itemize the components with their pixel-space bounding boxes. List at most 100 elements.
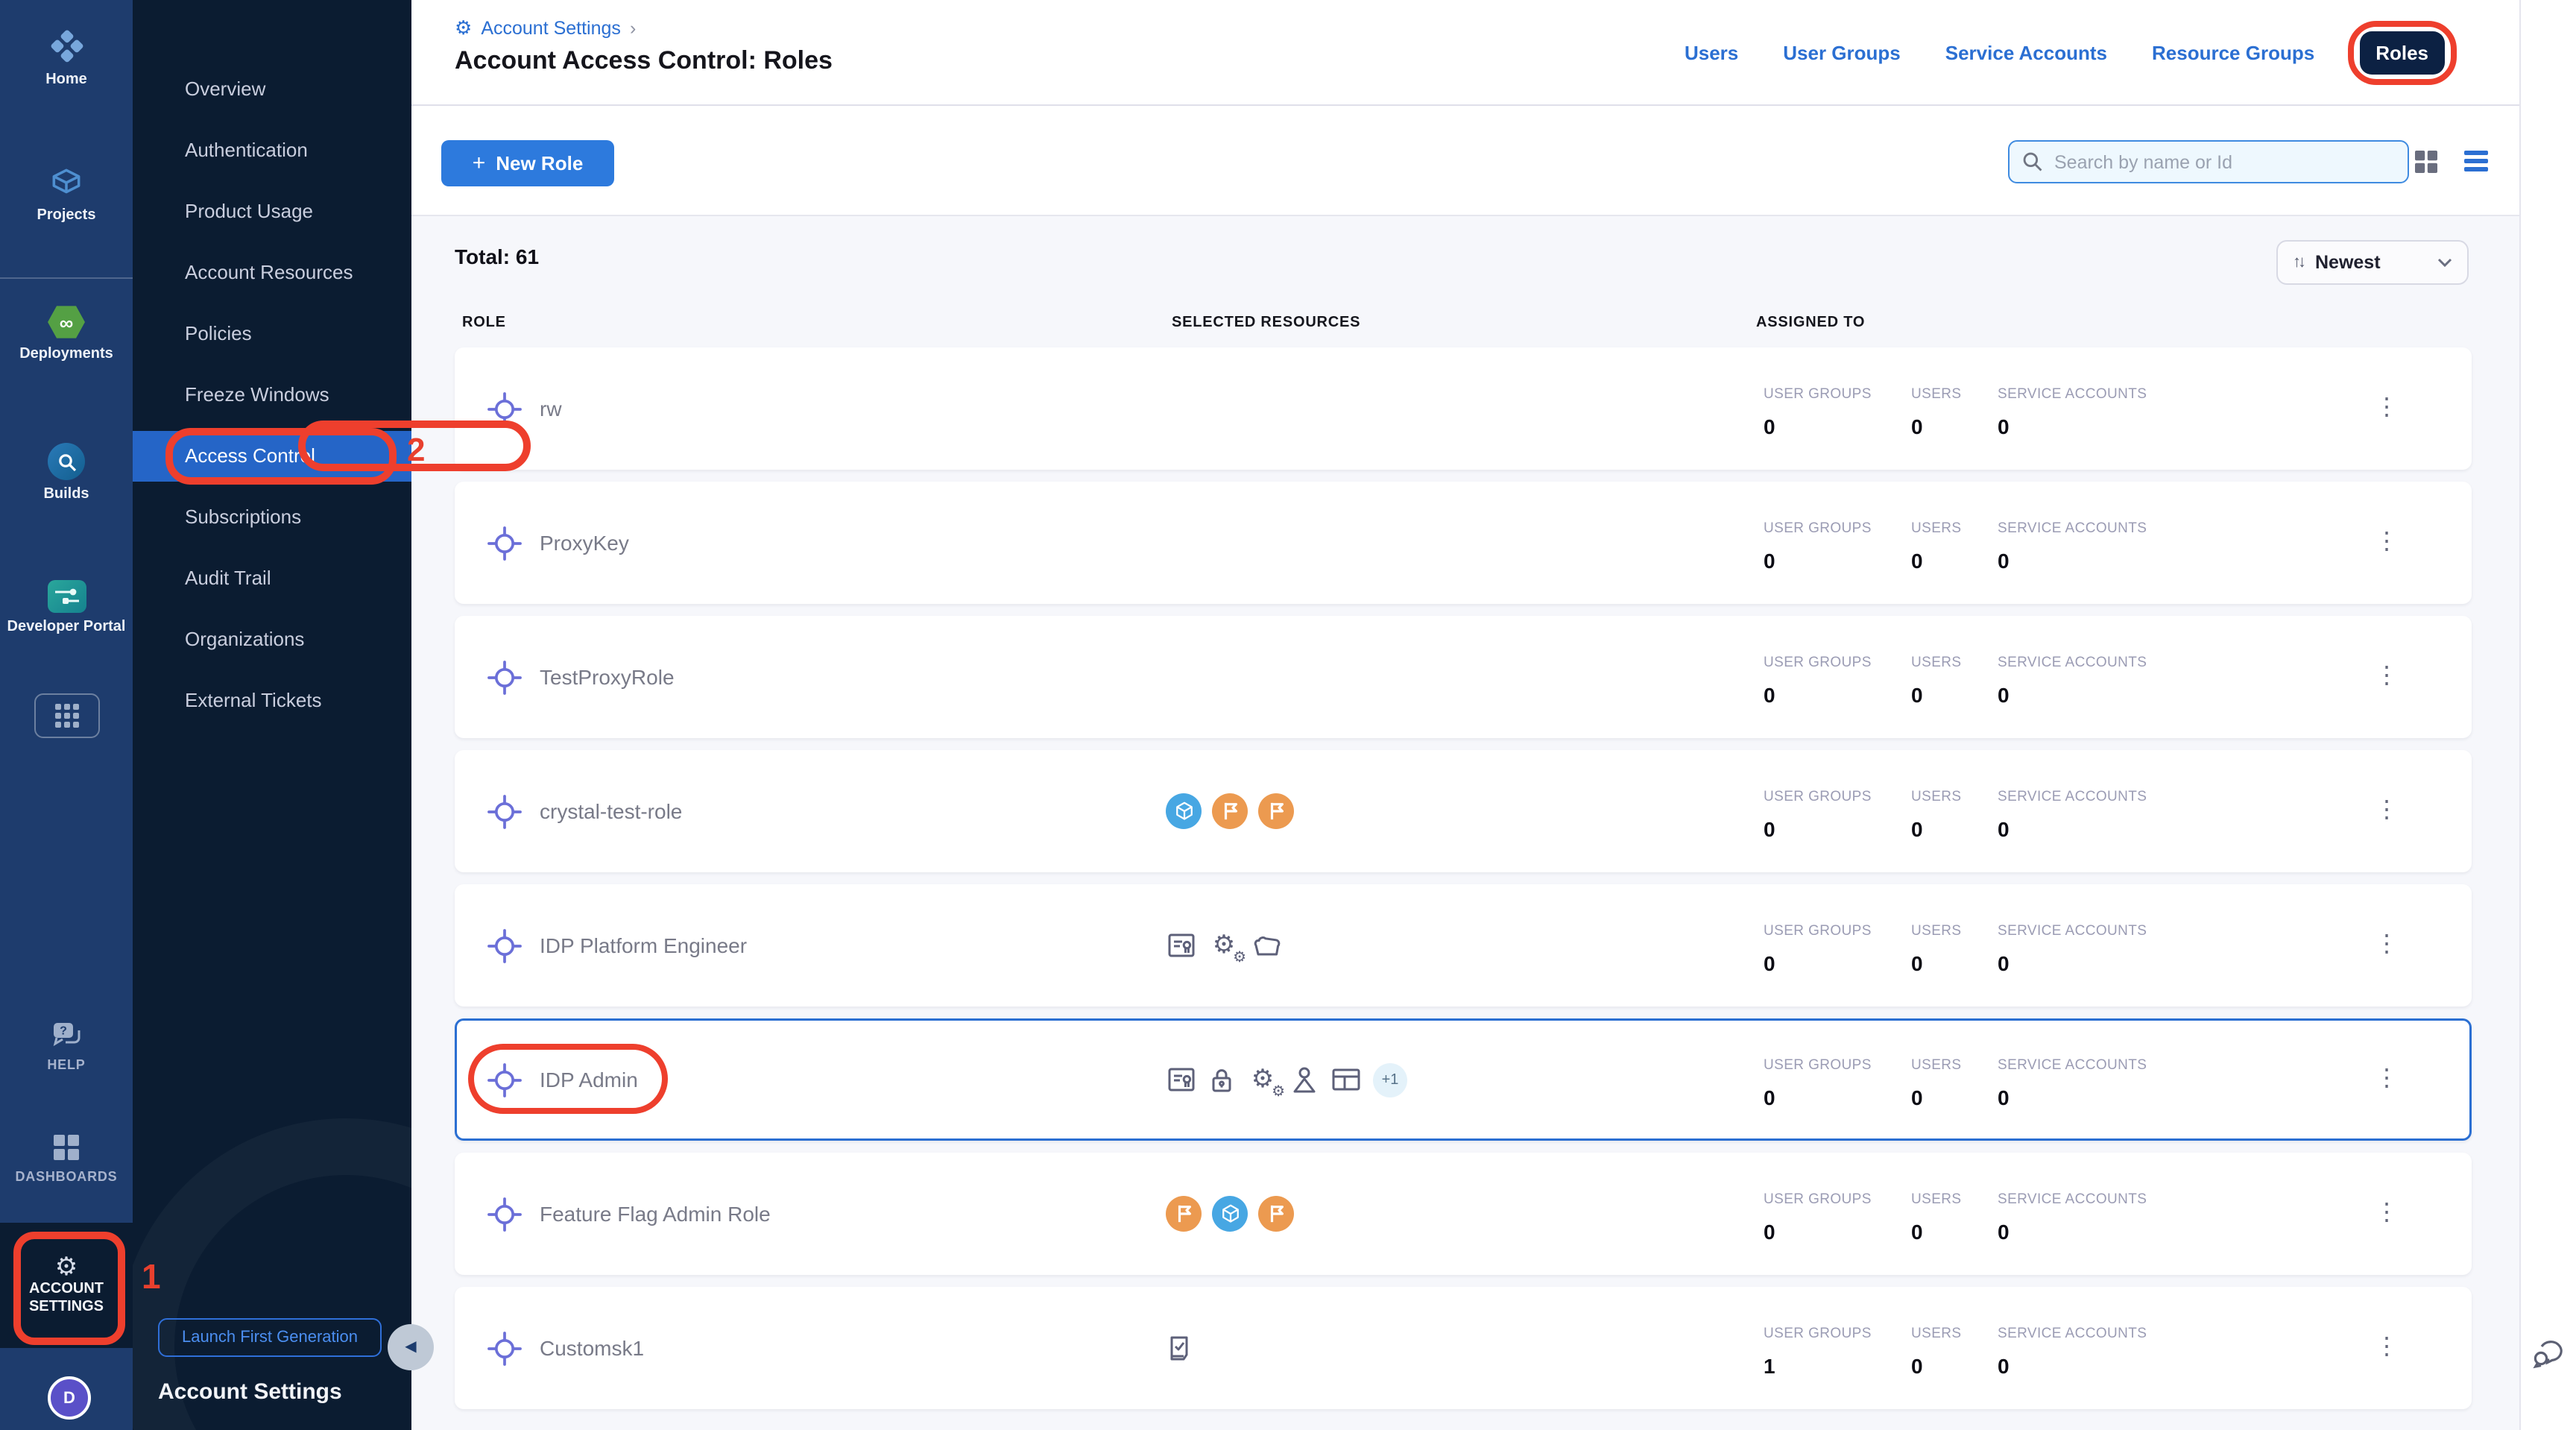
user-avatar[interactable]: D	[48, 1376, 91, 1420]
cd-module-resource-icon	[1212, 1196, 1248, 1232]
assigned-users: USERS0	[1911, 1191, 1961, 1244]
app-window: Home Projects ∞ Deployments Builds	[0, 0, 2576, 1430]
roles-list-panel: Total: 61 ↑↓ Newest ROLE SELECTED RESOUR…	[411, 216, 2519, 1430]
annotation-step-1-number: 1	[142, 1257, 161, 1297]
rail-item-dashboards[interactable]: DASHBOARDS	[0, 1133, 133, 1185]
sidenav-item-account-resources[interactable]: Account Resources	[133, 242, 411, 303]
annotation-roles-tab-oval	[2347, 21, 2457, 85]
rail-label: Projects	[37, 207, 96, 225]
sidenav-collapse-handle[interactable]: ◀	[388, 1324, 434, 1370]
assigned-service-accounts: SERVICE ACCOUNTS0	[1998, 655, 2147, 707]
sidenav-item-authentication[interactable]: Authentication	[133, 119, 411, 180]
rail-item-module-picker[interactable]	[0, 693, 133, 738]
service-accounts-count: 0	[1998, 817, 2147, 841]
role-name: TestProxyRole	[540, 665, 675, 689]
sidenav-item-label: Overview	[185, 78, 265, 100]
home-icon	[47, 27, 86, 66]
sidenav-item-subscriptions[interactable]: Subscriptions	[133, 486, 411, 547]
role-row-rw[interactable]: rwUSER GROUPS0USERS0SERVICE ACCOUNTS0⋮	[455, 347, 2472, 470]
users-label: USERS	[1911, 655, 1961, 671]
account-settings-gear-icon: ⚙	[55, 1253, 78, 1280]
user-resource-icon	[1289, 1064, 1319, 1095]
role-menu-button[interactable]: ⋮	[2366, 1068, 2408, 1092]
access-control-tabs: Users User Groups Service Accounts Resource…	[1685, 0, 2445, 106]
sidenav-item-organizations[interactable]: Organizations	[133, 608, 411, 670]
role-menu-button[interactable]: ⋮	[2366, 397, 2408, 421]
list-view-toggle[interactable]	[2464, 151, 2488, 171]
tab-service-accounts[interactable]: Service Accounts	[1945, 42, 2107, 64]
role-menu-button[interactable]: ⋮	[2366, 531, 2408, 555]
breadcrumb[interactable]: ⚙ Account Settings ›	[455, 16, 636, 40]
role-row-idp-platform-engineer[interactable]: IDP Platform Engineer⚙⚙USER GROUPS0USERS…	[455, 884, 2472, 1007]
service-accounts-label: SERVICE ACCOUNTS	[1998, 923, 2147, 939]
breadcrumb-separator: ›	[630, 18, 636, 39]
users-count: 0	[1911, 549, 1961, 573]
user-groups-label: USER GROUPS	[1764, 789, 1872, 805]
sidenav-item-access-control[interactable]: Access Control	[133, 430, 411, 481]
new-role-button[interactable]: + New Role	[441, 140, 614, 186]
sidenav-item-external-tickets[interactable]: External Tickets	[133, 670, 411, 731]
role-row-customsk1[interactable]: Customsk1USER GROUPS1USERS0SERVICE ACCOU…	[455, 1287, 2472, 1409]
user-groups-count: 0	[1764, 683, 1872, 707]
launch-first-generation-button[interactable]: Launch First Generation	[158, 1318, 382, 1357]
assigned-users: USERS0	[1911, 520, 1961, 573]
developer-portal-icon	[47, 580, 86, 613]
sidenav-item-audit-trail[interactable]: Audit Trail	[133, 547, 411, 608]
role-name: Feature Flag Admin Role	[540, 1202, 771, 1226]
chevron-down-icon	[2437, 258, 2452, 267]
sidenav-item-product-usage[interactable]: Product Usage	[133, 180, 411, 242]
search-box[interactable]	[2008, 140, 2409, 183]
page-header: ⚙ Account Settings › Account Access Cont…	[411, 0, 2519, 106]
tab-user-groups[interactable]: User Groups	[1783, 42, 1901, 64]
grid-view-toggle[interactable]	[2415, 151, 2437, 173]
sidenav-item-policies[interactable]: Policies	[133, 303, 411, 364]
builds-icon	[48, 443, 85, 480]
assigned-user-groups: USER GROUPS0	[1764, 386, 1872, 438]
rail-item-help[interactable]: ? HELP	[0, 1020, 133, 1074]
new-role-label: New Role	[496, 152, 583, 174]
role-menu-button[interactable]: ⋮	[2366, 799, 2408, 823]
sidenav-item-label: Authentication	[185, 139, 308, 161]
governance-resource-icon	[1166, 1332, 1193, 1364]
assigned-service-accounts: SERVICE ACCOUNTS0	[1998, 520, 2147, 573]
rail-divider	[0, 277, 133, 279]
role-selected-resources	[1166, 750, 1294, 872]
tab-roles[interactable]: Roles	[2359, 31, 2445, 75]
chat-support-icon[interactable]	[2530, 1335, 2569, 1370]
rail-item-deployments[interactable]: ∞ Deployments	[0, 304, 133, 364]
sort-arrows-icon: ↑↓	[2293, 253, 2303, 271]
breadcrumb-gear-icon: ⚙	[455, 16, 472, 40]
search-input[interactable]	[2051, 150, 2396, 174]
sort-dropdown[interactable]: ↑↓ Newest	[2276, 240, 2469, 285]
assigned-users: USERS0	[1911, 1057, 1961, 1109]
role-menu-button[interactable]: ⋮	[2366, 1336, 2408, 1360]
rail-item-home[interactable]: Home	[0, 27, 133, 89]
role-menu-button[interactable]: ⋮	[2366, 665, 2408, 689]
sidenav-item-label: Account Resources	[185, 261, 353, 283]
rail-item-developer-portal[interactable]: Developer Portal	[0, 580, 133, 637]
role-row-feature-flag-admin-role[interactable]: Feature Flag Admin RoleUSER GROUPS0USERS…	[455, 1153, 2472, 1275]
role-row-testproxyrole[interactable]: TestProxyRoleUSER GROUPS0USERS0SERVICE A…	[455, 616, 2472, 738]
users-label: USERS	[1911, 386, 1961, 403]
breadcrumb-link[interactable]: Account Settings	[481, 18, 621, 39]
svg-text:?: ?	[59, 1025, 66, 1038]
role-row-proxykey[interactable]: ProxyKeyUSER GROUPS0USERS0SERVICE ACCOUN…	[455, 482, 2472, 604]
role-menu-button[interactable]: ⋮	[2366, 933, 2408, 957]
rail-item-builds[interactable]: Builds	[0, 443, 133, 504]
tab-users[interactable]: Users	[1685, 42, 1738, 64]
service-accounts-count: 0	[1998, 549, 2147, 573]
service-accounts-label: SERVICE ACCOUNTS	[1998, 386, 2147, 403]
sidenav-item-overview[interactable]: Overview	[133, 58, 411, 119]
license-resource-icon	[1166, 930, 1197, 961]
user-groups-count: 0	[1764, 951, 1872, 975]
rail-item-account-settings[interactable]: ⚙ ACCOUNT SETTINGS	[0, 1223, 133, 1348]
role-menu-button[interactable]: ⋮	[2366, 1202, 2408, 1226]
rail-label: Builds	[43, 486, 89, 504]
sidenav-item-freeze-windows[interactable]: Freeze Windows	[133, 364, 411, 425]
role-row-crystal-test-role[interactable]: crystal-test-roleUSER GROUPS0USERS0SERVI…	[455, 750, 2472, 872]
role-target-icon	[487, 1197, 522, 1231]
role-row-idp-admin[interactable]: IDP Admin⚙⚙+1USER GROUPS0USERS0SERVICE A…	[455, 1018, 2472, 1141]
user-groups-label: USER GROUPS	[1764, 1191, 1872, 1208]
rail-item-projects[interactable]: Projects	[0, 164, 133, 225]
tab-resource-groups[interactable]: Resource Groups	[2152, 42, 2314, 64]
